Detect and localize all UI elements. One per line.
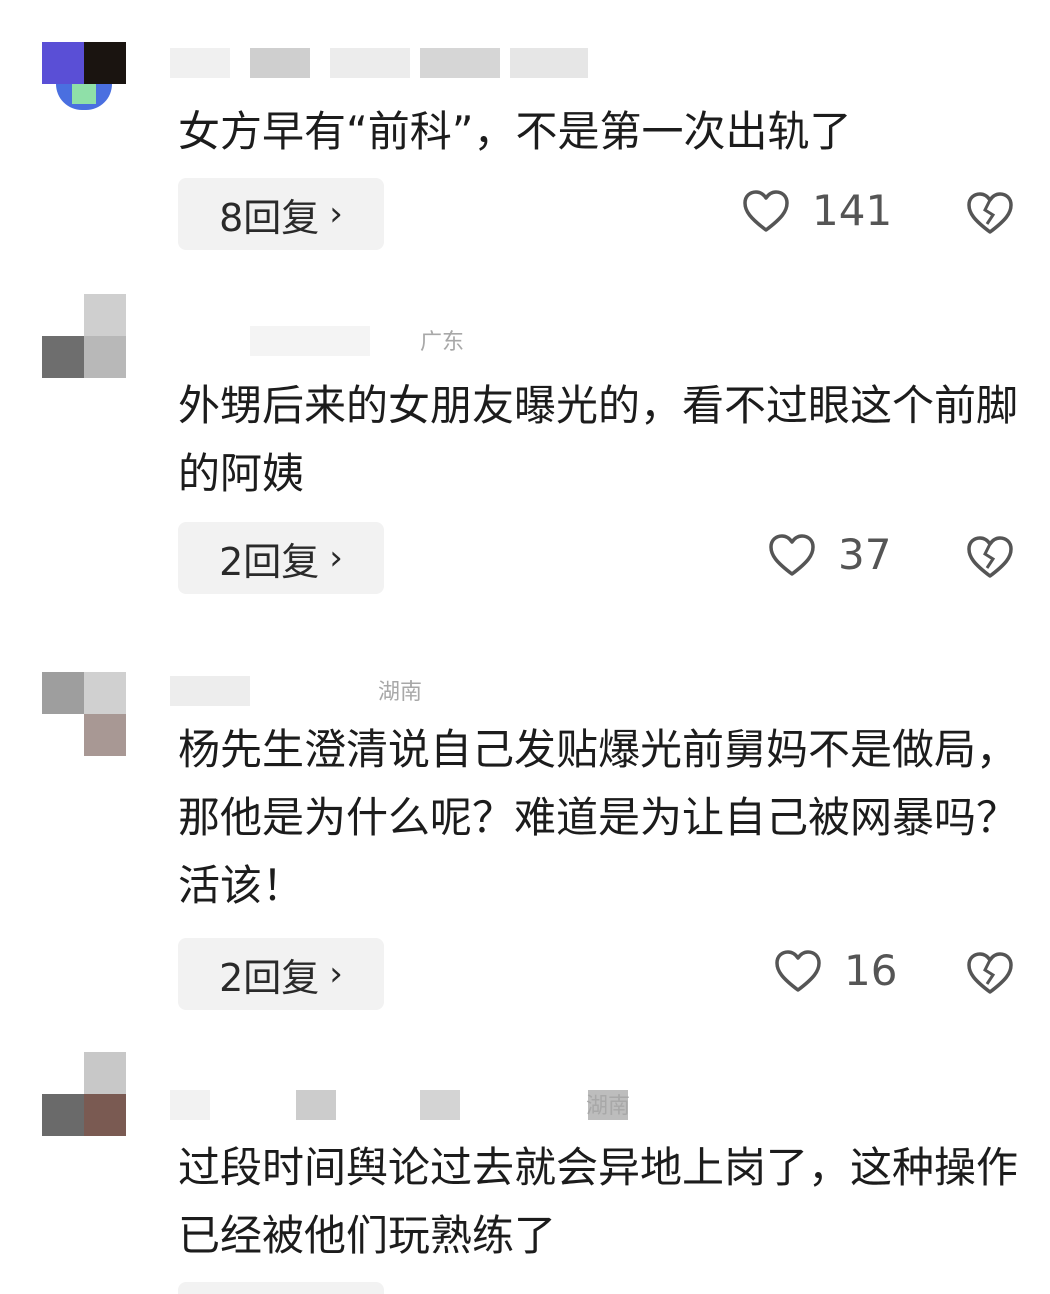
chevron-right-icon: › xyxy=(329,538,343,578)
comment-text: 外甥后来的女朋友曝光的，看不过眼这个前脚的阿姨 xyxy=(178,381,1019,498)
like-count: 37 xyxy=(838,530,892,579)
reply-count: 2回复 xyxy=(219,539,320,584)
chevron-right-icon: › xyxy=(329,954,343,994)
reply-count: 2回复 xyxy=(219,955,320,1000)
chevron-right-icon: › xyxy=(329,194,343,234)
view-replies-button[interactable] xyxy=(178,1282,384,1294)
broken-heart-icon[interactable] xyxy=(966,534,1014,580)
like-button[interactable]: 37 xyxy=(768,530,891,579)
heart-outline-icon xyxy=(775,949,821,992)
comment-text: 过段时间舆论过去就会异地上岗了，这种操作已经被他们玩熟练了 xyxy=(178,1143,1019,1260)
avatar[interactable] xyxy=(42,42,126,126)
like-count: 16 xyxy=(844,946,898,995)
heart-outline-icon xyxy=(769,533,815,576)
like-count: 141 xyxy=(812,186,893,235)
heart-outline-icon xyxy=(743,189,789,232)
like-button[interactable]: 16 xyxy=(774,946,897,995)
reply-count: 8回复 xyxy=(219,195,320,240)
avatar[interactable] xyxy=(42,672,126,756)
view-replies-button[interactable]: 2回复 › xyxy=(178,938,384,1010)
comment-text: 杨先生澄清说自己发贴爆光前舅妈不是做局，那他是为什么呢？难道是为让自己被网暴吗？… xyxy=(178,725,1019,910)
avatar[interactable] xyxy=(42,1052,126,1136)
username-blurred[interactable]: 广东 xyxy=(170,326,510,356)
view-replies-button[interactable]: 2回复 › xyxy=(178,522,384,594)
username-blurred[interactable] xyxy=(170,48,590,78)
username-blurred[interactable]: 湖南 xyxy=(170,676,470,706)
user-location: 湖南 xyxy=(586,1094,631,1119)
like-button[interactable]: 141 xyxy=(742,186,892,235)
user-location: 湖南 xyxy=(378,680,423,705)
avatar[interactable] xyxy=(42,294,126,378)
view-replies-button[interactable]: 8回复 › xyxy=(178,178,384,250)
broken-heart-icon[interactable] xyxy=(966,950,1014,996)
broken-heart-icon[interactable] xyxy=(966,190,1014,236)
comment-text: 女方早有“前科”，不是第一次出轨了 xyxy=(178,107,852,156)
user-location: 广东 xyxy=(420,330,465,355)
username-blurred[interactable]: 湖南 xyxy=(170,1090,670,1120)
